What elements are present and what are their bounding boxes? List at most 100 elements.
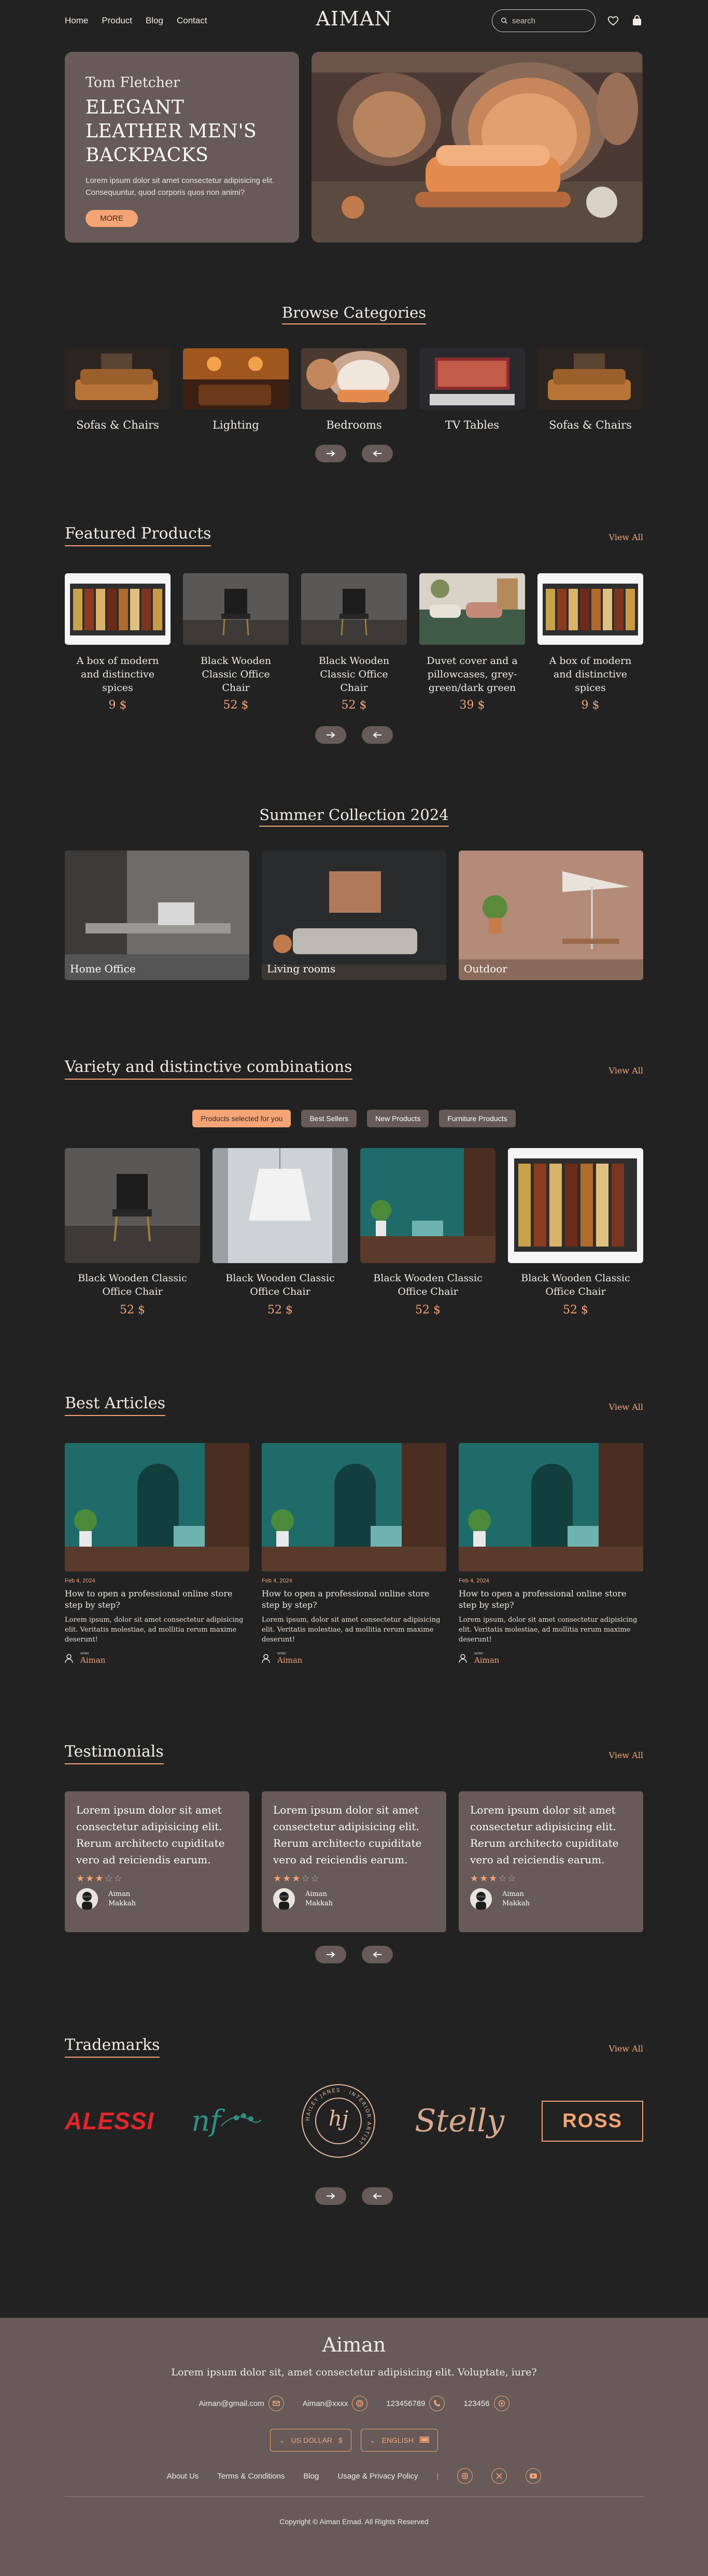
footer-whatsapp[interactable]: 123456: [463, 2396, 509, 2411]
category-label: Sofas & Chairs: [76, 419, 159, 431]
arrow-left-icon[interactable]: [362, 2187, 393, 2205]
tab-furniture-products[interactable]: Furniture Products: [439, 1110, 516, 1127]
trademarks-title: Trademarks: [65, 2036, 160, 2058]
arrow-left-icon[interactable]: [362, 445, 393, 462]
tab-best-sellers[interactable]: Best Sellers: [301, 1110, 357, 1127]
featured-products-list: A box of modern and distinctive spices 9…: [65, 573, 643, 712]
tab-new-products[interactable]: New Products: [367, 1110, 429, 1127]
article-card[interactable]: Feb 4, 2024 How to open a professional o…: [459, 1443, 643, 1665]
product-card[interactable]: A box of modern and distinctive spices 9…: [65, 573, 171, 712]
variety-products-list: Black Wooden Classic Office Chair 52 $ B…: [65, 1148, 643, 1317]
product-card[interactable]: Black Wooden Classic Office Chair 52 $: [301, 573, 407, 712]
trademarks-view-all-link[interactable]: View All: [609, 2044, 643, 2058]
instagram-icon[interactable]: [457, 2468, 473, 2484]
testimonials-list: Lorem ipsum dolor sit amet consectetur a…: [65, 1791, 643, 1932]
youtube-icon[interactable]: [526, 2468, 542, 2484]
brand-logo-alessi[interactable]: ALESSI: [65, 2107, 154, 2135]
testimonial-card: Lorem ipsum dolor sit amet consectetur a…: [262, 1791, 446, 1932]
featured-view-all-link[interactable]: View All: [609, 532, 643, 546]
collection-card[interactable]: Home Office: [65, 851, 249, 980]
footer-email[interactable]: Aiman@gmail.com: [199, 2396, 284, 2411]
hero-more-button[interactable]: MORE: [86, 210, 138, 227]
arrow-left-icon[interactable]: [362, 1946, 393, 1963]
language-select[interactable]: ⌄ ENGLISH: [360, 2429, 438, 2452]
article-title[interactable]: How to open a professional online store …: [262, 1588, 446, 1611]
brand-logo-hj[interactable]: HAILEY JANES · INTERIOR ARTIST hj: [300, 2082, 377, 2160]
copyright: Copyright © Aiman Emad. All Rights Reser…: [279, 2517, 429, 2526]
product-card[interactable]: Black Wooden Classic Office Chair 52 $: [213, 1148, 348, 1317]
product-name: Duvet cover and a pillowcases, grey-gree…: [427, 655, 518, 693]
nav-product[interactable]: Product: [102, 16, 132, 26]
variety-view-all-link[interactable]: View All: [609, 1066, 643, 1080]
nav-links: Home Product Blog Contact: [65, 16, 207, 26]
hero-card: Tom Fletcher ELEGANT LEATHER MEN'S BACKP…: [65, 52, 299, 243]
star-rating: ★★★☆☆: [470, 1873, 517, 1884]
nav-contact[interactable]: Contact: [177, 16, 207, 26]
search-icon: [501, 18, 507, 24]
search-input[interactable]: [512, 16, 585, 25]
article-title[interactable]: How to open a professional online store …: [459, 1588, 643, 1611]
brand-logo-stelly[interactable]: Stelly: [415, 2103, 504, 2139]
category-image: [65, 348, 171, 409]
category-card[interactable]: TV Tables: [419, 348, 525, 431]
category-card[interactable]: Bedrooms: [301, 348, 407, 431]
testimonials-view-all-link[interactable]: View All: [609, 1750, 643, 1764]
dollar-icon: $: [338, 2436, 343, 2444]
product-card[interactable]: Duvet cover and a pillowcases, grey-gree…: [419, 573, 525, 712]
category-card[interactable]: Lighting: [183, 348, 289, 431]
product-card[interactable]: A box of modern and distinctive spices 9…: [537, 573, 643, 712]
heart-icon[interactable]: [607, 15, 619, 27]
currency-select[interactable]: ⌄ US DOLLAR $: [270, 2429, 351, 2452]
product-name: A box of modern and distinctive spices: [76, 655, 159, 693]
product-name: Black Wooden Classic Office Chair: [318, 655, 390, 693]
article-card[interactable]: Feb 4, 2024 How to open a professional o…: [262, 1443, 446, 1665]
arrow-left-icon[interactable]: [362, 726, 393, 744]
footer-links: About Us Terms & Conditions Blog Usage &…: [0, 2468, 708, 2484]
arrow-right-icon[interactable]: [315, 726, 346, 744]
nav-home[interactable]: Home: [65, 16, 88, 26]
testimonial-quote: Lorem ipsum dolor sit amet consectetur a…: [470, 1804, 619, 1866]
mail-icon: [268, 2396, 284, 2411]
x-icon[interactable]: [491, 2468, 507, 2484]
footer-link-terms[interactable]: Terms & Conditions: [217, 2472, 285, 2481]
footer-handle[interactable]: Aiman@xxxx: [303, 2396, 368, 2411]
arrow-right-icon[interactable]: [315, 1946, 346, 1963]
arrow-right-icon[interactable]: [315, 445, 346, 462]
testimonial-city: Makkah: [305, 1900, 333, 1907]
articles-title: Best Articles: [65, 1394, 165, 1416]
article-card[interactable]: Feb 4, 2024 How to open a professional o…: [65, 1443, 249, 1665]
footer-link-privacy[interactable]: Usage & Privacy Policy: [337, 2472, 418, 2481]
footer-phone[interactable]: 123456789: [386, 2396, 445, 2411]
product-name: Black Wooden Classic Office Chair: [373, 1272, 483, 1297]
testimonial-city: Makkah: [108, 1900, 136, 1907]
category-card[interactable]: Sofas & Chairs: [65, 348, 171, 431]
brand-logo-ross[interactable]: ROSS: [542, 2100, 643, 2142]
collection-card[interactable]: Living rooms: [262, 851, 446, 980]
article-title[interactable]: How to open a professional online store …: [65, 1588, 249, 1611]
product-card[interactable]: Black Wooden Classic Office Chair 52 $: [508, 1148, 643, 1317]
product-image: [537, 573, 643, 645]
footer-link-about[interactable]: About Us: [167, 2472, 199, 2481]
category-card[interactable]: Sofas & Chairs: [537, 348, 643, 431]
product-name: A box of modern and distinctive spices: [549, 655, 632, 693]
top-nav: Home Product Blog Contact AIMAN: [65, 0, 643, 41]
footer: Aiman Lorem ipsum dolor sit, amet consec…: [0, 2318, 708, 2576]
brand-logo[interactable]: AIMAN: [316, 7, 392, 30]
collection-card[interactable]: Outdoor: [459, 851, 643, 980]
brand-logo-nf[interactable]: nf: [191, 2104, 262, 2138]
nav-blog[interactable]: Blog: [146, 16, 163, 26]
product-price: 52 $: [341, 699, 367, 712]
footer-link-blog[interactable]: Blog: [303, 2472, 319, 2481]
testimonials-section: Testimonials View All Lorem ipsum dolor …: [65, 1743, 643, 1963]
arrow-right-icon[interactable]: [315, 2187, 346, 2205]
product-card[interactable]: Black Wooden Classic Office Chair 52 $: [65, 1148, 200, 1317]
product-name: Black Wooden Classic Office Chair: [225, 1272, 335, 1297]
category-label: TV Tables: [445, 419, 500, 431]
articles-view-all-link[interactable]: View All: [609, 1402, 643, 1416]
search-box[interactable]: [492, 9, 596, 32]
tab-products-selected[interactable]: Products selected for you: [192, 1110, 291, 1127]
product-card[interactable]: Black Wooden Classic Office Chair 52 $: [360, 1148, 495, 1317]
star-rating: ★★★☆☆: [76, 1873, 123, 1884]
product-card[interactable]: Black Wooden Classic Office Chair 52 $: [183, 573, 289, 712]
bag-icon[interactable]: [631, 15, 643, 27]
